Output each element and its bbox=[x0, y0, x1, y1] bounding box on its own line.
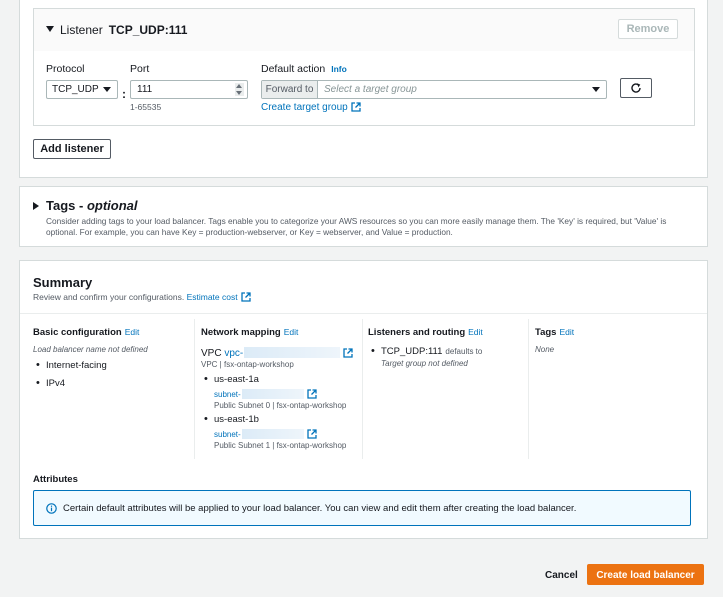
summary-tags-title: Tags Edit bbox=[535, 327, 574, 338]
default-action-label-text: Default action bbox=[261, 63, 326, 75]
listeners-routing-title: Listeners and routing Edit bbox=[368, 327, 483, 338]
forward-to-label: Forward to bbox=[262, 81, 318, 98]
create-target-group-link[interactable]: Create target group bbox=[261, 102, 361, 113]
basic-configuration-title: Basic configuration Edit bbox=[33, 327, 139, 338]
protocol-select[interactable]: TCP_UDP bbox=[46, 80, 118, 99]
external-link-icon bbox=[307, 389, 317, 399]
port-stepper[interactable] bbox=[235, 83, 244, 96]
external-link-icon bbox=[343, 348, 353, 358]
port-label: Port bbox=[130, 63, 150, 75]
target-group-note: Target group not defined bbox=[381, 359, 468, 368]
network-mapping-heading: Network mapping bbox=[201, 327, 281, 338]
subnet-id-redacted bbox=[241, 429, 304, 439]
availability-zone: us-east-1b bbox=[204, 413, 259, 425]
external-link-icon bbox=[240, 292, 251, 302]
port-range-hint: 1-65535 bbox=[130, 102, 162, 112]
edit-basic-configuration-link[interactable]: Edit bbox=[125, 327, 140, 337]
listener-header[interactable]: Listener TCP_UDP:111 Remove bbox=[34, 9, 694, 51]
listeners-routing-heading: Listeners and routing bbox=[368, 327, 466, 338]
refresh-icon bbox=[631, 83, 641, 93]
estimate-cost-link[interactable]: Estimate cost bbox=[187, 292, 238, 302]
subnet-link-text: subnet- bbox=[214, 390, 241, 399]
target-group-placeholder: Select a target group bbox=[324, 84, 417, 95]
target-group-select[interactable]: Forward to Select a target group bbox=[261, 80, 607, 99]
remove-listener-button[interactable]: Remove bbox=[618, 19, 678, 39]
add-listener-button[interactable]: Add listener bbox=[33, 139, 111, 159]
listener-card: Listener TCP_UDP:111 Remove Protocol TCP_… bbox=[33, 8, 695, 126]
basic-configuration-column: Basic configuration Edit Load balancer na… bbox=[33, 323, 193, 458]
default-action-label: Default action Info bbox=[261, 63, 347, 75]
attributes-title: Attributes bbox=[33, 474, 78, 485]
default-action-info-link[interactable]: Info bbox=[331, 64, 347, 74]
protocol-label: Protocol bbox=[46, 63, 85, 75]
create-target-group-text: Create target group bbox=[261, 102, 348, 113]
load-balancer-name-note: Load balancer name not defined bbox=[33, 345, 148, 354]
vpc-description: VPC | fsx-ontap-workshop bbox=[201, 360, 294, 369]
protocol-value: TCP_UDP bbox=[52, 84, 99, 95]
routing-listener-line: TCP_UDP:111defaults to bbox=[371, 345, 483, 357]
edit-tags-link[interactable]: Edit bbox=[559, 327, 574, 337]
listener-title-value: TCP_UDP:111 bbox=[108, 23, 188, 37]
ip-type-item: IPv4 bbox=[36, 377, 65, 389]
caret-down-icon[interactable] bbox=[46, 26, 54, 32]
vpc-line: VPC vpc- bbox=[201, 347, 353, 359]
chevron-down-icon bbox=[103, 87, 111, 92]
subnet-link-text: subnet- bbox=[214, 430, 241, 439]
summary-tags-value: None bbox=[535, 345, 555, 354]
routing-listener: TCP_UDP:111 bbox=[381, 346, 443, 357]
network-mapping-column: Network mapping Edit VPC vpc- VPC | fsx-o… bbox=[201, 323, 361, 458]
column-divider bbox=[362, 319, 363, 459]
tags-optional-label: optional bbox=[86, 198, 138, 213]
summary-tags-heading: Tags bbox=[535, 327, 557, 338]
chevron-down-icon bbox=[592, 87, 600, 92]
port-input[interactable]: 111 bbox=[130, 80, 248, 99]
vpc-id-redacted bbox=[244, 347, 341, 358]
subnet-link[interactable]: subnet- bbox=[214, 389, 317, 399]
subnet-link[interactable]: subnet- bbox=[214, 429, 317, 439]
external-link-icon bbox=[351, 102, 361, 112]
attributes-info-text: Certain default attributes will be appli… bbox=[63, 503, 577, 514]
create-load-balancer-button[interactable]: Create load balancer bbox=[587, 564, 704, 585]
summary-description: Review and confirm your configurations. … bbox=[33, 292, 251, 302]
tags-description: Consider adding tags to your load balanc… bbox=[46, 216, 667, 237]
listener-title: Listener TCP_UDP:111 bbox=[60, 23, 187, 37]
subnet-description: Public Subnet 0 | fsx-ontap-workshop bbox=[214, 401, 347, 410]
summary-description-text: Review and confirm your configurations. bbox=[33, 292, 185, 302]
listener-title-prefix: Listener bbox=[60, 23, 103, 37]
info-icon bbox=[46, 503, 57, 514]
cancel-button[interactable]: Cancel bbox=[545, 570, 578, 581]
availability-zone: us-east-1a bbox=[204, 373, 259, 385]
tags-title: Tags - bbox=[46, 198, 84, 213]
edit-network-mapping-link[interactable]: Edit bbox=[284, 327, 299, 337]
basic-configuration-heading: Basic configuration bbox=[33, 327, 122, 338]
listeners-panel: Listener TCP_UDP:111 Remove Protocol TCP_… bbox=[19, 0, 708, 178]
column-divider bbox=[528, 319, 529, 459]
vpc-label: VPC bbox=[201, 348, 222, 359]
summary-title: Summary bbox=[33, 275, 93, 290]
protocol-port-separator: : bbox=[122, 87, 126, 101]
tags-panel: Tags - optional Consider adding tags to … bbox=[19, 186, 708, 247]
summary-tags-column: Tags Edit None bbox=[535, 323, 685, 458]
subnet-id-redacted bbox=[241, 389, 304, 399]
caret-right-icon[interactable] bbox=[33, 202, 39, 210]
tags-section-toggle[interactable]: Tags - optional bbox=[46, 198, 138, 213]
attributes-info-alert: Certain default attributes will be appli… bbox=[33, 490, 691, 526]
column-divider bbox=[194, 319, 195, 459]
summary-divider bbox=[20, 313, 707, 314]
vpc-link[interactable]: vpc- bbox=[224, 348, 243, 359]
scheme-item: Internet-facing bbox=[36, 359, 107, 371]
edit-listeners-routing-link[interactable]: Edit bbox=[468, 327, 483, 337]
subnet-description: Public Subnet 1 | fsx-ontap-workshop bbox=[214, 441, 347, 450]
refresh-target-groups-button[interactable] bbox=[620, 78, 652, 98]
network-mapping-title: Network mapping Edit bbox=[201, 327, 298, 338]
external-link-icon bbox=[307, 429, 317, 439]
port-value: 111 bbox=[137, 84, 153, 95]
summary-panel: Summary Review and confirm your configur… bbox=[19, 260, 708, 539]
routing-defaults-to: defaults to bbox=[445, 347, 483, 356]
listeners-routing-column: Listeners and routingEdit TCP_UDP:111def… bbox=[368, 323, 528, 458]
